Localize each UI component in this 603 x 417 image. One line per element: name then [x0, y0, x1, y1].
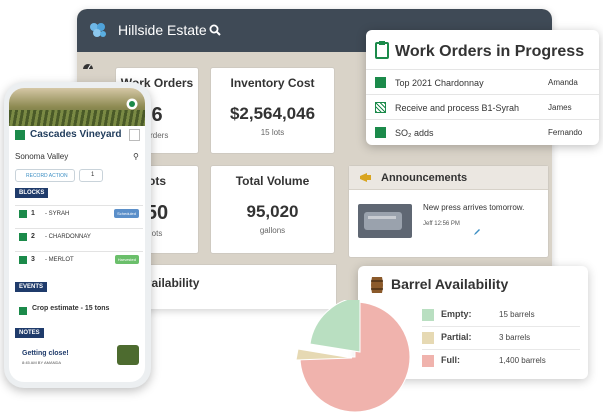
legend-swatch [422, 309, 434, 321]
vineyard-icon [15, 130, 25, 140]
block-number: 1 [31, 210, 35, 217]
note-photo[interactable] [117, 345, 139, 365]
clipboard-icon [375, 41, 389, 59]
vineyard-photo [9, 88, 145, 126]
work-order-row[interactable]: Top 2021 Chardonnay Amanda [366, 69, 599, 95]
bookmark-icon[interactable] [129, 129, 140, 141]
legend-swatch [422, 332, 434, 344]
work-order-person: Fernando [548, 128, 583, 137]
block-number: 3 [31, 256, 35, 263]
work-order-row[interactable]: Receive and process B1-Syrah James [366, 94, 599, 120]
notes-count-button[interactable]: 1 [79, 169, 103, 182]
notes-count: 1 [91, 172, 95, 178]
note-title[interactable]: Getting close! [22, 350, 69, 357]
barrel-row-full: Full: 1,400 barrels [422, 351, 580, 372]
phone-screen: Cascades Vineyard Sonoma Valley ⚲ RECORD… [9, 88, 145, 382]
pie-slice-partial [295, 348, 353, 361]
announcement-text: New press arrives tomorrow. [423, 203, 525, 212]
event-icon [19, 307, 27, 315]
block-row[interactable]: 1 - SYRAH Scheduled [15, 205, 143, 223]
dashboard-icon[interactable] [82, 60, 94, 72]
work-order-name: Receive and process B1-Syrah [395, 103, 520, 113]
blocks-header: BLOCKS [15, 188, 49, 198]
app-title: Hillside Estate [118, 22, 207, 38]
work-orders-card: Work Orders in Progress Top 2021 Chardon… [366, 30, 599, 145]
announcements-title: Announcements [381, 172, 468, 184]
block-icon [19, 256, 27, 264]
phone-frame: Cascades Vineyard Sonoma Valley ⚲ RECORD… [4, 82, 151, 388]
notes-header: NOTES [15, 328, 44, 338]
announcements-header: Announcements [349, 166, 548, 190]
block-icon [19, 210, 27, 218]
grape-logo-icon [90, 23, 106, 37]
block-status-tag: Harvested [114, 255, 139, 264]
event-text[interactable]: Crop estimate - 15 tons [32, 305, 109, 312]
work-order-person: James [548, 103, 572, 112]
events-header: EVENTS [15, 282, 48, 292]
barrel-title: Barrel Availability [391, 276, 509, 292]
block-row[interactable]: 3 - MERLOT Harvested [15, 251, 143, 269]
tile-value: 95,020 [246, 202, 299, 221]
announcements-panel: Announcements New press arrives tomorrow… [348, 165, 549, 258]
vineyard-name: Cascades Vineyard [30, 129, 122, 140]
tile-value: $2,564,046 [229, 104, 316, 123]
work-order-row[interactable]: SO₂ adds Fernando [366, 119, 599, 145]
tile-total-volume[interactable]: Total Volume 95,020 gallons [210, 165, 335, 254]
legend-swatch [422, 355, 434, 367]
record-action-label: RECORD ACTION [26, 173, 68, 179]
pie-slice-empty [309, 300, 361, 353]
region-label: Sonoma Valley [15, 152, 69, 161]
barrel-row-empty: Empty: 15 barrels [422, 305, 580, 327]
tile-label: Inventory Cost [230, 76, 315, 90]
tile-inventory-cost[interactable]: Inventory Cost $2,564,046 15 lots [210, 67, 335, 154]
announcement-meta: Jeff 12:56 PM [423, 221, 460, 227]
block-variety: - CHARDONNAY [45, 234, 91, 240]
work-orders-title: Work Orders in Progress [395, 43, 585, 60]
record-action-button[interactable]: RECORD ACTION [15, 169, 75, 182]
barrel-pie-chart [295, 300, 411, 413]
status-square [375, 102, 386, 113]
tile-sub: gallons [259, 226, 286, 235]
work-order-name: SO₂ adds [395, 128, 434, 138]
megaphone-icon [360, 173, 371, 182]
barrel-value: 1,400 barrels [499, 356, 546, 365]
edit-icon[interactable] [473, 228, 481, 236]
block-variety: - SYRAH [45, 211, 70, 217]
barrel-row-partial: Partial: 3 barrels [422, 328, 580, 350]
tile-label: Total Volume [235, 174, 310, 188]
barrel-value: 15 barrels [499, 310, 535, 319]
tile-sub: 15 lots [260, 128, 285, 137]
note-meta: 8:45 AM BY AMANDA [22, 360, 62, 365]
location-pin-icon[interactable]: ⚲ [133, 152, 139, 161]
press-photo [358, 204, 412, 238]
block-row[interactable]: 2 - CHARDONNAY [15, 228, 143, 246]
barrel-label: Empty: [441, 309, 472, 319]
block-icon [19, 233, 27, 241]
block-status-tag: Scheduled [114, 209, 139, 218]
barrel-icon [371, 277, 383, 293]
status-square [375, 77, 386, 88]
block-number: 2 [31, 233, 35, 240]
barrel-label: Partial: [441, 332, 472, 342]
status-square [375, 127, 386, 138]
work-order-person: Amanda [548, 78, 578, 87]
block-variety: - MERLOT [45, 257, 74, 263]
share-icon[interactable] [126, 98, 138, 110]
barrel-label: Full: [441, 355, 460, 365]
search-icon[interactable] [209, 24, 221, 36]
barrel-value: 3 barrels [499, 333, 531, 342]
work-order-name: Top 2021 Chardonnay [395, 78, 484, 88]
